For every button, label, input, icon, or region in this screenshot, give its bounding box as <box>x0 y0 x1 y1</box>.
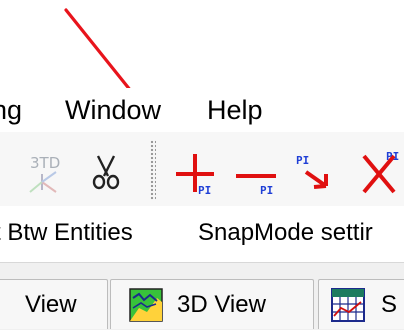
3d-axes-button[interactable]: 3TD <box>20 142 74 198</box>
toolbar: 3TD PI PI PI PI <box>0 132 404 207</box>
scissors-icon <box>92 155 120 190</box>
menu-item-help[interactable]: Help <box>207 94 263 126</box>
tab-view[interactable]: View <box>0 279 108 329</box>
svg-text:PI: PI <box>296 154 309 167</box>
snapmode-settings-button[interactable]: SnapMode settir <box>198 218 373 248</box>
add-pi-icon: PI <box>176 154 214 197</box>
add-pi-button[interactable]: PI <box>170 142 224 198</box>
tab-label: View <box>25 291 77 318</box>
svg-text:3TD: 3TD <box>30 154 60 172</box>
remove-pi-button[interactable]: PI <box>356 142 404 198</box>
delete-pi-button[interactable]: PI <box>232 142 286 198</box>
toolbar-grip[interactable] <box>150 140 156 200</box>
tab-label: 3D View <box>177 291 266 318</box>
snap-toolbar: t Btw Entities SnapMode settir <box>0 206 404 262</box>
tab-bar: View 3D View S <box>0 262 404 330</box>
cut-button[interactable] <box>82 142 136 198</box>
menu-item-editing[interactable]: ng <box>0 94 22 126</box>
svg-text:PI: PI <box>198 184 211 197</box>
profile-grid-icon <box>331 288 365 327</box>
move-pi-icon: PI <box>296 154 328 189</box>
delete-pi-icon: PI <box>236 174 276 197</box>
tab-3d-view[interactable]: 3D View <box>110 279 314 329</box>
3d-axes-icon: 3TD <box>29 154 60 193</box>
tab-label: S <box>381 291 398 318</box>
svg-text:PI: PI <box>260 184 273 197</box>
terrain-3d-icon <box>129 288 163 327</box>
snap-between-entities-button[interactable]: t Btw Entities <box>0 218 133 248</box>
menu-item-window[interactable]: Window <box>65 94 161 126</box>
remove-pi-icon: PI <box>362 150 399 194</box>
tab-section-view[interactable]: S <box>318 279 404 329</box>
menu-bar: ng Window Help <box>0 88 404 132</box>
svg-text:PI: PI <box>386 150 399 163</box>
move-pi-button[interactable]: PI <box>292 142 346 198</box>
